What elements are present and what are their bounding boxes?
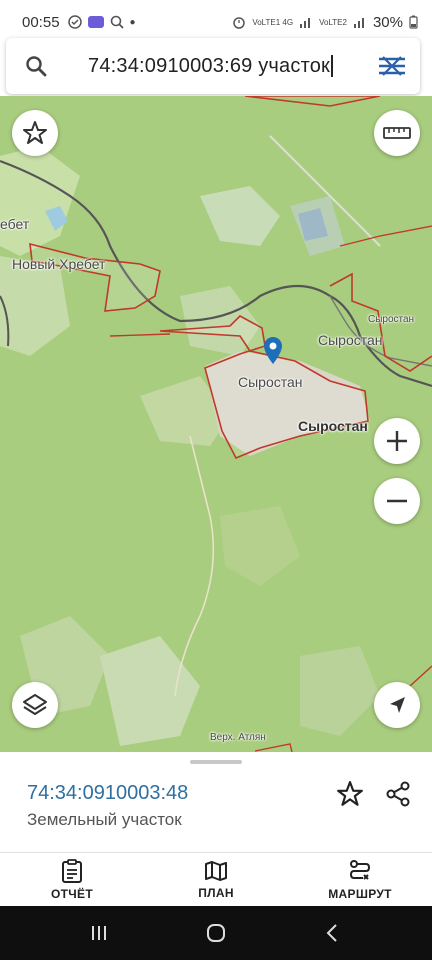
bottom-navigation: ОТЧЁТ ПЛАН МАРШРУТ bbox=[0, 852, 432, 906]
system-navigation-bar bbox=[0, 906, 432, 960]
zoom-in-button[interactable] bbox=[374, 418, 420, 464]
nav-plan-label: ПЛАН bbox=[198, 885, 234, 900]
report-icon bbox=[62, 858, 82, 883]
location-pin-icon[interactable] bbox=[263, 336, 283, 366]
map-label-syrostan-bold: Сыростан bbox=[298, 418, 368, 434]
signal-icon bbox=[300, 18, 311, 28]
zoom-in-icon bbox=[387, 431, 407, 451]
app-notification-icon bbox=[87, 16, 104, 28]
nav-report[interactable]: ОТЧЁТ bbox=[0, 853, 144, 906]
back-icon[interactable] bbox=[322, 922, 344, 944]
map-label-syrostan-top: Сыростан bbox=[318, 332, 383, 348]
recent-apps-icon[interactable] bbox=[88, 923, 110, 943]
status-notification-icons: ● bbox=[67, 15, 136, 29]
layers-icon bbox=[23, 694, 47, 715]
star-icon bbox=[337, 781, 363, 806]
search-small-icon bbox=[110, 15, 124, 29]
map-label-verkh-atlyan: Верх. Атлян bbox=[210, 732, 266, 743]
sheet-drag-handle[interactable] bbox=[190, 760, 242, 764]
favorite-object-button[interactable] bbox=[334, 778, 366, 810]
route-icon bbox=[349, 859, 371, 880]
map-label-hrebet: ебет bbox=[0, 216, 30, 232]
menu-icon[interactable] bbox=[364, 55, 420, 77]
battery-icon bbox=[409, 15, 418, 29]
map-view[interactable]: ебет Новый Хребет Сыростан Сыростан Сыро… bbox=[0, 96, 432, 752]
cadastral-number: 74:34:0910003:48 bbox=[27, 782, 189, 804]
search-bar: 74:34:0910003:69 участок bbox=[6, 38, 420, 94]
ruler-button[interactable] bbox=[374, 110, 420, 156]
search-input[interactable]: 74:34:0910003:69 участок bbox=[66, 55, 364, 78]
ruler-icon bbox=[383, 127, 411, 139]
star-icon bbox=[23, 121, 47, 144]
object-info-sheet[interactable]: 74:34:0910003:48 Земельный участок bbox=[0, 752, 432, 852]
nav-report-label: ОТЧЁТ bbox=[51, 886, 93, 901]
nav-route-label: МАРШРУТ bbox=[328, 886, 392, 901]
status-time: 00:55 bbox=[22, 13, 60, 31]
map-label-syrostan-center: Сыростан bbox=[238, 374, 303, 390]
network-sim2: VoLTE2 bbox=[319, 17, 347, 27]
nav-plan[interactable]: ПЛАН bbox=[144, 853, 288, 906]
alarm-icon bbox=[233, 17, 246, 29]
signal-icon-2 bbox=[353, 18, 364, 28]
text-caret bbox=[330, 55, 333, 78]
map-icon bbox=[205, 860, 227, 881]
zoom-out-button[interactable] bbox=[374, 478, 420, 524]
locate-button[interactable] bbox=[374, 682, 420, 728]
network-sim1: VoLTE1 4G bbox=[252, 17, 294, 27]
zoom-out-icon bbox=[387, 499, 407, 503]
nav-route[interactable]: МАРШРУТ bbox=[288, 853, 432, 906]
battery-level: 30% bbox=[372, 13, 403, 31]
home-icon[interactable] bbox=[205, 922, 227, 944]
object-type: Земельный участок bbox=[27, 810, 182, 829]
check-circle-icon bbox=[67, 15, 82, 29]
search-query-text: 74:34:0910003:69 участок bbox=[88, 54, 330, 77]
share-button[interactable] bbox=[382, 778, 414, 810]
map-label-novy-hrebet: Новый Хребет bbox=[12, 256, 106, 272]
favorite-button[interactable] bbox=[12, 110, 58, 156]
locate-icon bbox=[390, 697, 405, 713]
layers-button[interactable] bbox=[12, 682, 58, 728]
map-label-syrostan-far: Сыростан bbox=[368, 314, 415, 325]
share-icon bbox=[386, 781, 410, 807]
search-icon[interactable] bbox=[6, 55, 66, 77]
dot-icon: ● bbox=[129, 16, 136, 28]
